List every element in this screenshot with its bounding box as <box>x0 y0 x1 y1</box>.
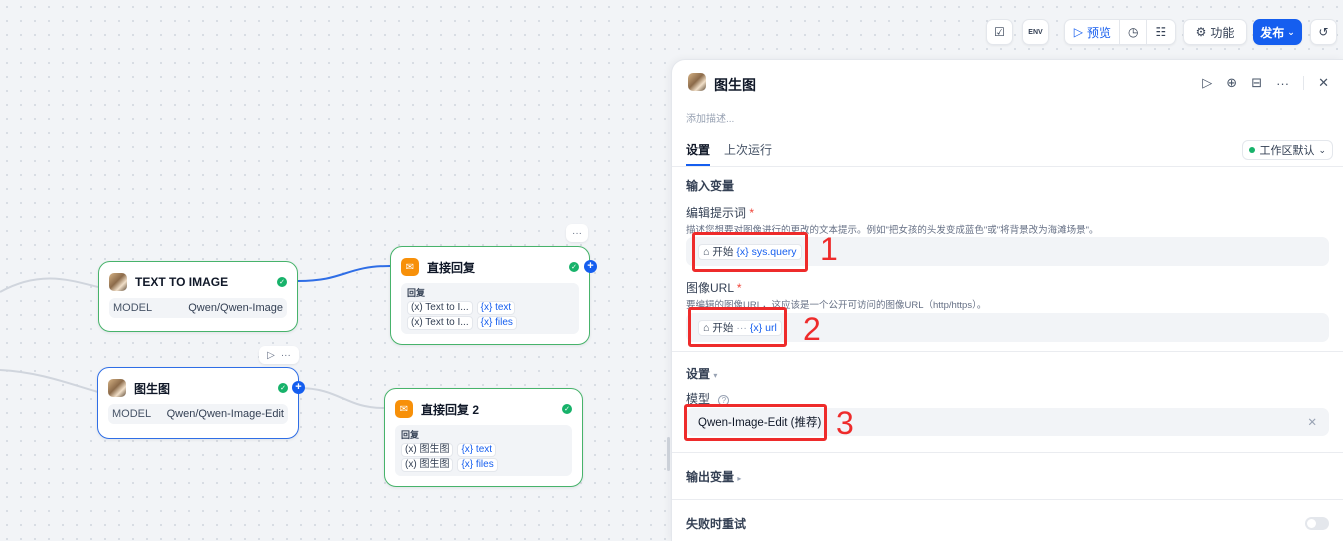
chevron-down-icon: ⌄ <box>1318 144 1326 155</box>
features-icon: ⚙ <box>1195 25 1207 39</box>
annotation-number-1: 1 <box>820 231 838 267</box>
publish-button[interactable]: 发布 ⌄ <box>1253 19 1302 45</box>
node-config-panel: 图生图 ▷ ⊕ ⊟ ··· ✕ 添加描述... 设置 上次运行 工作区默认 ⌄ … <box>671 59 1343 541</box>
description-input[interactable]: 添加描述... <box>686 110 734 125</box>
add-node-plus-icon[interactable]: + <box>584 260 597 273</box>
node-answer-2[interactable]: ✉ 直接回复 2 ✓ 回复 (x) 图生图 {x} text (x) 图生图 {… <box>384 388 583 487</box>
run-step-icon[interactable]: ▷ <box>1202 75 1212 91</box>
divider <box>1303 76 1305 90</box>
divider <box>672 499 1343 500</box>
env-icon: ENV <box>1028 28 1043 36</box>
add-node-plus-icon[interactable]: + <box>292 381 305 394</box>
preview-toolbar-group: ▷ 预览 ◷ ☷ <box>1064 19 1176 45</box>
checklist-button[interactable]: ☷ <box>1146 20 1174 44</box>
workspace-select[interactable]: 工作区默认 ⌄ <box>1242 140 1333 160</box>
model-row: MODEL Qwen/Qwen-Image <box>109 298 287 318</box>
panel-actions: ▷ ⊕ ⊟ ··· ✕ <box>1202 75 1329 91</box>
list-check-icon: ☷ <box>1155 25 1167 39</box>
history-icon: ↺ <box>1318 25 1329 39</box>
field-label-image-url: 图像URL * <box>686 281 742 295</box>
node-answer-1[interactable]: ✉ 直接回复 ✓ 回复 (x) Text to I... {x} text (x… <box>390 246 590 345</box>
preview-button[interactable]: ▷ 预览 <box>1066 20 1119 44</box>
run-history-button[interactable]: ◷ <box>1119 20 1146 44</box>
features-button[interactable]: ⚙ 功能 <box>1183 19 1247 45</box>
output-variables-heading[interactable]: 输出变量 ▸ <box>686 468 741 485</box>
reply-variable: (x) 图生图 {x} text <box>401 443 566 457</box>
divider <box>672 166 1343 167</box>
book-icon[interactable]: ⊟ <box>1251 75 1262 91</box>
panel-tabs: 设置 上次运行 <box>686 141 772 166</box>
status-dot-icon <box>1249 147 1256 153</box>
divider <box>672 452 1343 453</box>
success-check-icon: ✓ <box>562 404 572 414</box>
locate-icon[interactable]: ⊕ <box>1226 75 1237 91</box>
tab-last-run[interactable]: 上次运行 <box>724 141 772 166</box>
annotation-number-2: 2 <box>803 311 821 347</box>
version-history-button[interactable]: ↺ <box>1310 19 1337 45</box>
panel-title[interactable]: 图生图 <box>714 75 756 95</box>
more-icon[interactable]: ··· <box>281 350 291 361</box>
play-icon[interactable]: ▷ <box>267 350 275 361</box>
image-model-icon <box>109 273 127 291</box>
caret-right-icon: ▸ <box>737 474 742 483</box>
clock-icon: ◷ <box>1128 25 1139 39</box>
reply-variable: (x) Text to I... {x} text <box>407 301 573 315</box>
annotation-box-1 <box>692 232 808 272</box>
retry-on-failure-label: 失败时重试 <box>686 517 747 531</box>
model-row: MODEL Qwen/Qwen-Image-Edit <box>108 404 288 424</box>
answer-icon: ✉ <box>395 400 413 418</box>
input-variables-heading[interactable]: 输入变量 <box>686 177 734 194</box>
node-img2img[interactable]: 图生图 ✓ MODEL Qwen/Qwen-Image-Edit <box>97 367 299 439</box>
settings-heading[interactable]: 设置 ▾ <box>686 365 717 382</box>
annotation-number-3: 3 <box>836 405 854 441</box>
reply-content: 回复 (x) Text to I... {x} text (x) Text to… <box>401 283 579 334</box>
more-icon: ··· <box>572 227 582 239</box>
success-check-icon: ✓ <box>277 277 287 287</box>
panel-resize-handle[interactable] <box>667 437 670 471</box>
field-label-prompt: 编辑提示词 * <box>686 206 755 220</box>
reply-variable: (x) Text to I... {x} files <box>407 316 573 330</box>
more-icon[interactable]: ··· <box>1276 76 1289 91</box>
annotation-box-2 <box>688 307 787 347</box>
caret-down-icon: ▾ <box>713 371 718 380</box>
close-icon[interactable]: ✕ <box>1318 75 1329 91</box>
node-hover-actions: ▷ ··· <box>259 346 299 364</box>
node-more-button[interactable]: ··· <box>566 224 588 242</box>
divider <box>672 351 1343 352</box>
image-model-icon <box>108 379 126 397</box>
retry-toggle[interactable] <box>1305 517 1329 530</box>
play-icon: ▷ <box>1073 25 1083 39</box>
tab-settings[interactable]: 设置 <box>686 141 711 166</box>
checklist-toggle-button[interactable]: ☑ <box>986 19 1013 45</box>
chevron-down-icon: ⌄ <box>1287 26 1295 37</box>
env-button[interactable]: ENV <box>1022 19 1049 45</box>
image-model-icon <box>688 73 706 91</box>
annotation-box-3 <box>684 404 827 441</box>
reply-variable: (x) 图生图 {x} files <box>401 458 566 472</box>
checklist-icon: ☑ <box>994 25 1005 39</box>
success-check-icon: ✓ <box>569 262 579 272</box>
node-text-to-image[interactable]: TEXT TO IMAGE ✓ MODEL Qwen/Qwen-Image <box>98 261 298 332</box>
clear-icon[interactable]: ✕ <box>1307 415 1317 429</box>
success-check-icon: ✓ <box>278 383 288 393</box>
reply-content: 回复 (x) 图生图 {x} text (x) 图生图 {x} files <box>395 425 572 476</box>
answer-icon: ✉ <box>401 258 419 276</box>
